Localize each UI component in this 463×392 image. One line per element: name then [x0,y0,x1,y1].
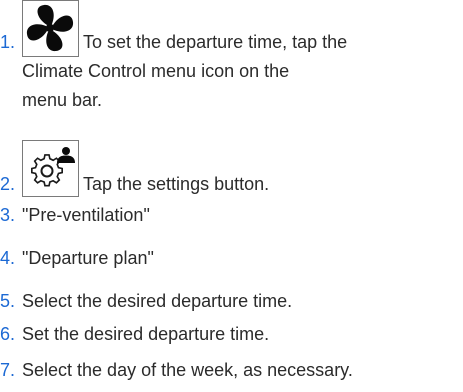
step-1: 1. To set the departure time, tap the Cl… [0,0,463,110]
step-3: 3. "Pre-ventilation" [0,201,463,230]
step-4-text: "Departure plan" [22,248,154,268]
step-number: 2. [0,174,16,194]
step-number: 5. [0,291,16,311]
gear-settings-icon [22,140,79,197]
step-number: 1. [0,32,16,52]
step-2: 2. Tap the settings button. [0,140,463,198]
step-number: 4. [0,248,16,268]
step-6: 6. Set the desired departure time. [0,320,463,349]
step-3-text: "Pre-ventilation" [22,205,150,225]
step-5: 5. Select the desired departure time. [0,287,463,316]
fan-icon [22,0,79,57]
step-5-text: Select the desired departure time. [22,291,293,311]
step-2-text: Tap the settings button. [83,174,270,194]
step-number: 7. [0,360,16,380]
step-1-line-rest: Climate Control menu icon on the menu ba… [22,61,290,110]
step-7-text: Select the day of the week, as necessary… [22,360,353,380]
step-7: 7. Select the day of the week, as necess… [0,356,463,385]
step-number: 6. [0,324,16,344]
step-6-text: Set the desired departure time. [22,324,270,344]
step-number: 3. [0,205,16,225]
step-1-line-1: To set the departure time, tap the [83,32,348,52]
step-4: 4. "Departure plan" [0,244,463,273]
